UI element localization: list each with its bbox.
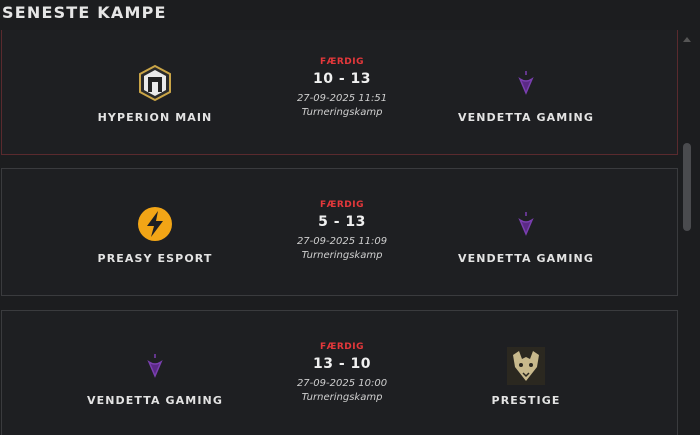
match-score: 13 - 10 — [312, 356, 372, 372]
team-name: PRESTIGE — [491, 394, 561, 407]
team-name: HYPERION MAIN — [97, 111, 213, 124]
match-info: FÆRDIG 5 - 13 27-09-2025 11:09 Turnering… — [242, 200, 442, 261]
team-name: VENDETTA GAMING — [458, 111, 594, 124]
home-team[interactable]: VENDETTA GAMING — [55, 346, 255, 407]
scroll-thumb[interactable] — [683, 143, 691, 231]
prestige-logo-icon — [506, 346, 546, 386]
away-team[interactable]: PRESTIGE — [426, 346, 626, 407]
match-info: FÆRDIG 10 - 13 27-09-2025 11:51 Turnerin… — [242, 57, 442, 118]
match-date: 27-09-2025 11:09 — [296, 236, 388, 247]
match-info: FÆRDIG 13 - 10 27-09-2025 10:00 Turnerin… — [242, 342, 442, 403]
match-card[interactable]: PREASY ESPORT FÆRDIG 5 - 13 27-09-2025 1… — [1, 168, 678, 296]
match-type: Turneringskamp — [301, 392, 383, 403]
match-date: 27-09-2025 11:51 — [296, 93, 388, 104]
match-type: Turneringskamp — [301, 250, 383, 261]
hyperion-logo-icon — [135, 63, 175, 103]
scroll-up-arrow-icon[interactable] — [683, 37, 691, 42]
match-card[interactable]: HYPERION MAIN FÆRDIG 10 - 13 27-09-2025 … — [1, 30, 678, 155]
status-badge: FÆRDIG — [319, 57, 365, 67]
match-type: Turneringskamp — [301, 107, 383, 118]
match-score: 10 - 13 — [312, 71, 372, 87]
scrollbar[interactable] — [680, 35, 696, 435]
preasy-logo-icon — [135, 204, 175, 244]
away-team[interactable]: VENDETTA GAMING — [426, 204, 626, 265]
status-badge: FÆRDIG — [319, 200, 365, 210]
match-card[interactable]: VENDETTA GAMING FÆRDIG 13 - 10 27-09-202… — [1, 310, 678, 435]
away-team[interactable]: VENDETTA GAMING — [426, 63, 626, 124]
home-team[interactable]: HYPERION MAIN — [55, 63, 255, 124]
match-score: 5 - 13 — [318, 214, 366, 230]
status-badge: FÆRDIG — [319, 342, 365, 352]
team-name: VENDETTA GAMING — [458, 252, 594, 265]
home-team[interactable]: PREASY ESPORT — [55, 204, 255, 265]
team-name: VENDETTA GAMING — [87, 394, 223, 407]
vendetta-logo-icon — [506, 63, 546, 103]
team-name: PREASY ESPORT — [97, 252, 213, 265]
match-date: 27-09-2025 10:00 — [296, 378, 388, 389]
match-list[interactable]: HYPERION MAIN FÆRDIG 10 - 13 27-09-2025 … — [0, 30, 680, 435]
section-header: SENESTE KAMPE — [0, 0, 700, 30]
vendetta-logo-icon — [135, 346, 175, 386]
section-title: SENESTE KAMPE — [2, 3, 167, 22]
vendetta-logo-icon — [506, 204, 546, 244]
